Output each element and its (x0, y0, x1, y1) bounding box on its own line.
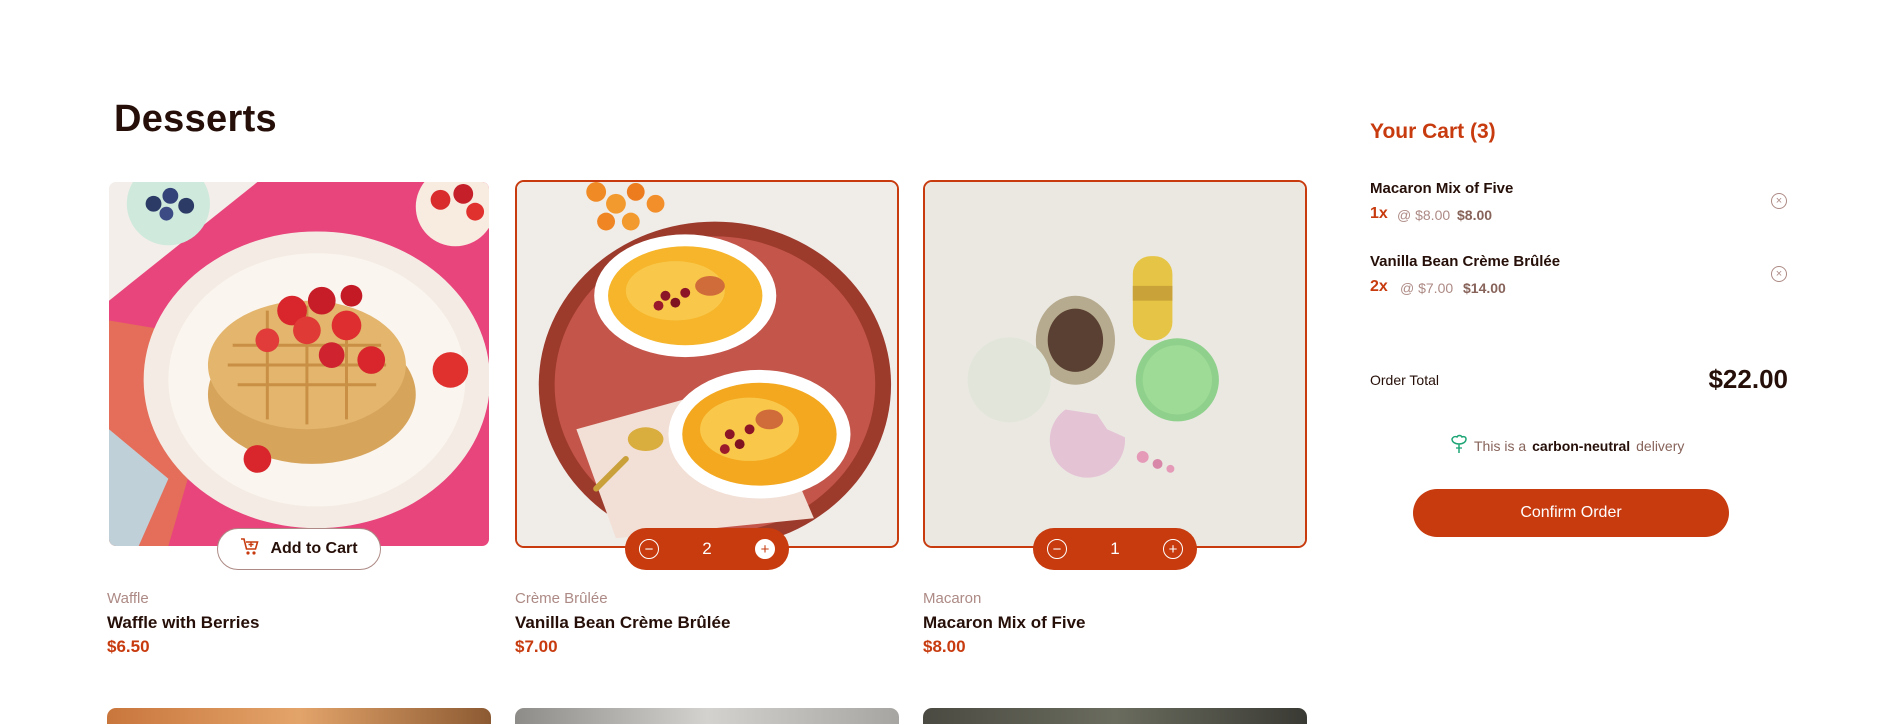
carbon-bold: carbon-neutral (1532, 437, 1631, 454)
cart-item-qty: 2x (1370, 278, 1388, 295)
plus-circle-icon: + (760, 540, 770, 558)
product-card-macaron: − 1 + Macaron Macaron Mix of Five $8.00 (923, 180, 1307, 656)
cart-item-subtotal: $8.00 (1457, 207, 1493, 223)
product-image-creme-brulee (515, 180, 899, 548)
cart-item-name: Macaron Mix of Five (1370, 180, 1514, 197)
product-card-waffle: Add to Cart Waffle Waffle with Berries $… (107, 180, 491, 656)
remove-item-icon: × (1775, 194, 1783, 207)
cart-item-name: Vanilla Bean Crème Brûlée (1370, 253, 1561, 270)
product-image-partial (107, 708, 491, 724)
order-total-label: Order Total (1370, 372, 1439, 388)
carbon-neutral-note: This is a carbon-neutral delivery (1450, 434, 1684, 457)
product-image-partial (515, 708, 899, 724)
minus-circle-icon: − (1052, 540, 1062, 558)
product-category: Macaron (923, 590, 982, 607)
product-price: $8.00 (923, 637, 966, 656)
page-title: Desserts (114, 98, 277, 140)
minus-circle-icon: − (644, 540, 654, 558)
product-card-creme-brulee: − 2 + Crème Brûlée Vanilla Bean Crème Br… (515, 180, 899, 656)
quantity-stepper: − 1 + (1033, 528, 1197, 570)
remove-item-button[interactable]: × (1771, 193, 1787, 209)
increment-button[interactable]: + (1163, 539, 1183, 559)
confirm-order-button[interactable]: Confirm Order (1413, 489, 1729, 537)
add-to-cart-icon (240, 537, 260, 562)
add-to-cart-label: Add to Cart (270, 540, 358, 557)
remove-item-icon: × (1775, 267, 1783, 280)
cart-item-unit-price: @ $8.00 (1397, 207, 1451, 223)
product-image-macaron (923, 180, 1307, 548)
product-category: Crème Brûlée (515, 590, 608, 607)
decrement-button[interactable]: − (1047, 539, 1067, 559)
product-category: Waffle (107, 590, 149, 607)
plus-circle-icon: + (1168, 540, 1178, 558)
cart-item-unit-price: @ $7.00 (1400, 280, 1454, 296)
increment-button[interactable]: + (755, 539, 775, 559)
carbon-suffix: delivery (1636, 437, 1685, 454)
quantity-value: 2 (702, 539, 712, 558)
product-name: Macaron Mix of Five (923, 613, 1086, 632)
add-to-cart-button[interactable]: Add to Cart (217, 528, 381, 570)
cart-item-qty: 1x (1370, 205, 1388, 222)
cart-item-subtotal: $14.00 (1463, 280, 1506, 296)
decrement-button[interactable]: − (639, 539, 659, 559)
product-price: $6.50 (107, 637, 150, 656)
product-price: $7.00 (515, 637, 558, 656)
product-image-partial (923, 708, 1307, 724)
product-name: Waffle with Berries (107, 613, 260, 632)
quantity-value: 1 (1110, 539, 1120, 558)
product-image-waffle (107, 180, 491, 548)
order-total-value: $22.00 (1708, 364, 1788, 394)
remove-item-button[interactable]: × (1771, 266, 1787, 282)
quantity-stepper: − 2 + (625, 528, 789, 570)
tree-icon (1450, 434, 1468, 457)
carbon-prefix: This is a (1474, 437, 1527, 454)
cart-title: Your Cart (3) (1370, 120, 1496, 143)
product-name: Vanilla Bean Crème Brûlée (515, 613, 731, 632)
